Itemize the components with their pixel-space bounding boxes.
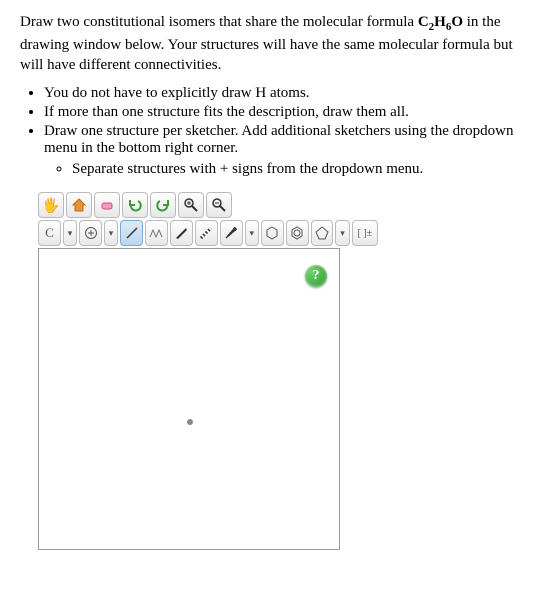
toolbar-row-2: C ▾ ▾ ▾ [38, 220, 378, 246]
zoom-out-button[interactable] [206, 192, 232, 218]
redo-button[interactable] [150, 192, 176, 218]
help-button[interactable]: ? [305, 265, 327, 287]
dash-bond-icon [198, 225, 214, 241]
bond-dropdown[interactable]: ▾ [245, 220, 259, 246]
single-bond-button[interactable] [120, 220, 143, 246]
help-label: ? [313, 268, 320, 284]
chain-bond-icon [148, 225, 164, 241]
bracket-label: [ ]± [358, 228, 373, 239]
pentagon-icon [314, 225, 330, 241]
list-item: You do not have to explicitly draw H ato… [44, 85, 520, 102]
list-item: Draw one structure per sketcher. Add add… [44, 123, 520, 157]
zoom-out-icon [211, 197, 227, 213]
redo-icon [155, 197, 171, 213]
dash-bond-button[interactable] [195, 220, 218, 246]
atom-dropdown[interactable]: ▾ [63, 220, 77, 246]
bracket-button[interactable]: [ ]± [352, 220, 378, 246]
hash-bond-button[interactable] [220, 220, 243, 246]
atom-label: C [45, 225, 54, 241]
eraser-button[interactable] [94, 192, 120, 218]
charge-button[interactable] [79, 220, 102, 246]
ring-dropdown[interactable]: ▾ [335, 220, 349, 246]
charge-dropdown[interactable]: ▾ [104, 220, 118, 246]
undo-icon [127, 197, 143, 213]
single-bond-icon [124, 225, 140, 241]
wedge-bond-icon [173, 225, 189, 241]
charge-icon [84, 226, 98, 240]
chain-bond-button[interactable] [145, 220, 168, 246]
benzene-ring-button[interactable] [286, 220, 309, 246]
hexagon-icon [264, 225, 280, 241]
zoom-in-icon [183, 197, 199, 213]
zoom-in-button[interactable] [178, 192, 204, 218]
question-text: Draw two constitutional isomers that sha… [20, 12, 520, 75]
undo-button[interactable] [122, 192, 148, 218]
sketcher-widget: 🖐 C ▾ ▾ [38, 192, 378, 550]
benzene-icon [289, 225, 305, 241]
hash-bond-icon [223, 225, 239, 241]
hexagon-ring-button[interactable] [261, 220, 284, 246]
move-tool-button[interactable]: 🖐 [38, 192, 64, 218]
canvas-start-dot [187, 419, 193, 425]
question-intro-a: Draw two constitutional isomers that sha… [20, 14, 418, 30]
instruction-sublist: Separate structures with + signs from th… [72, 161, 520, 178]
drawing-canvas[interactable]: ? [38, 248, 340, 550]
instruction-list: You do not have to explicitly draw H ato… [44, 85, 520, 178]
atom-button[interactable]: C [38, 220, 61, 246]
list-item: If more than one structure fits the desc… [44, 104, 520, 121]
list-item: Separate structures with + signs from th… [72, 161, 520, 178]
molecular-formula: C2H6O [418, 14, 463, 30]
toolbar-row-1: 🖐 [38, 192, 378, 218]
svg-text:🖐: 🖐 [43, 197, 59, 213]
eraser-icon [99, 197, 115, 213]
wedge-bond-button[interactable] [170, 220, 193, 246]
home-button[interactable] [66, 192, 92, 218]
pentagon-ring-button[interactable] [311, 220, 334, 246]
home-icon [71, 197, 87, 213]
hand-icon: 🖐 [43, 197, 59, 213]
